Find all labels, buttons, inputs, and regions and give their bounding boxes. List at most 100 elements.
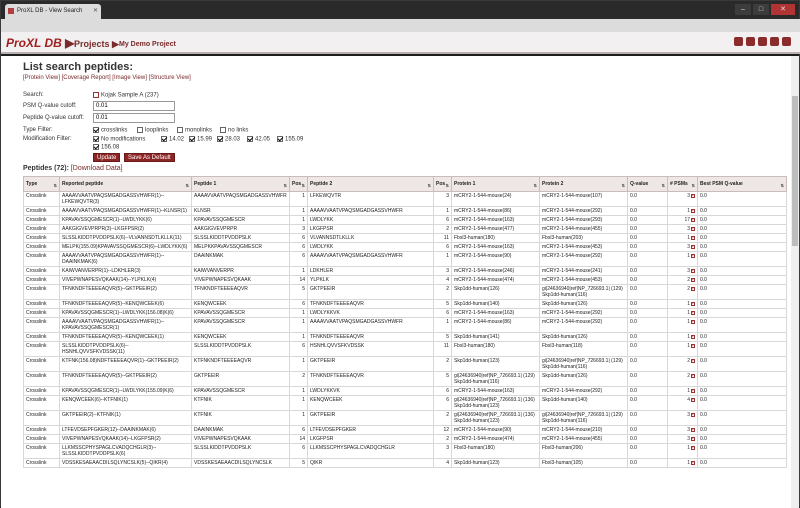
user-icon[interactable] — [734, 37, 743, 46]
psm-count[interactable]: 3 — [687, 268, 690, 274]
image-view-link[interactable]: Image View — [114, 75, 145, 81]
minimize-button[interactable]: – — [735, 4, 751, 15]
expand-icon[interactable] — [691, 301, 695, 307]
download-data-link[interactable]: [Download Data] — [71, 165, 123, 172]
help-icon[interactable] — [770, 37, 779, 46]
coverage-report-link[interactable]: Coverage Report — [63, 75, 109, 81]
psm-count[interactable]: 2 — [687, 373, 690, 379]
browser-tab[interactable]: ProXL DB - View Search ✕ — [5, 4, 101, 19]
table-row[interactable]: Crosslink LTFEVDSEPFGKER(12)--DAAINKMAK(6… — [23, 425, 787, 435]
psm-count[interactable]: 1 — [687, 301, 690, 307]
table-row[interactable]: Crosslink VIVEPWNAPESVQKAAK(14)--YLPKLK(4… — [23, 275, 787, 285]
sort-icon[interactable]: ⇅ — [781, 183, 784, 188]
checkbox[interactable] — [93, 144, 99, 150]
type-monolinks[interactable]: monolinks — [177, 127, 212, 134]
expand-icon[interactable] — [691, 388, 695, 394]
psm-count[interactable]: 1 — [687, 334, 690, 340]
expand-icon[interactable] — [691, 277, 695, 283]
psm-count[interactable]: 17 — [684, 217, 690, 223]
table-row[interactable]: Crosslink GKTPEEIR(2)--KTFNIK(1) KTFNIK 1 GK… — [23, 410, 787, 426]
sort-icon[interactable]: ⇅ — [534, 183, 537, 188]
checkbox[interactable] — [93, 127, 99, 133]
checkbox[interactable] — [177, 127, 183, 133]
table-row[interactable]: Crosslink TFNKNDFTEEEEAQVR(5)--GKTPEEIR(2… — [23, 371, 787, 387]
expand-icon[interactable] — [691, 334, 695, 340]
mod-42-05[interactable]: 42.05 — [247, 136, 270, 143]
expand-icon[interactable] — [691, 436, 695, 442]
sort-icon[interactable]: ⇅ — [186, 183, 189, 188]
table-row[interactable]: Crosslink VDSSKESAEAACDILSQLYNCSLK(5)--QI… — [23, 458, 787, 468]
expand-icon[interactable] — [691, 319, 695, 325]
table-row[interactable]: Crosslink KPAVAVSSQGMESCR(1)--LWDLYKK(6) K… — [23, 215, 787, 225]
checkbox[interactable] — [93, 136, 99, 142]
table-row[interactable]: Crosslink AAAAVVAATVPAQSMGADGASSVHWFR(1)-… — [23, 206, 787, 216]
checkbox[interactable] — [277, 136, 283, 142]
sort-icon[interactable]: ⇅ — [446, 183, 449, 188]
expand-icon[interactable] — [691, 445, 695, 451]
column-header[interactable]: Q-value ⇅ — [627, 176, 668, 192]
psm-count[interactable]: 1 — [687, 310, 690, 316]
expand-icon[interactable] — [691, 427, 695, 433]
sort-icon[interactable]: ⇅ — [662, 183, 665, 188]
sort-icon[interactable]: ⇅ — [302, 183, 305, 188]
address-bar[interactable] — [1, 19, 800, 32]
column-header[interactable]: Protein 1 ⇅ — [451, 176, 540, 192]
mod-none[interactable]: No modifications — [93, 136, 145, 143]
expand-icon[interactable] — [93, 92, 99, 98]
psm-count[interactable]: 3 — [687, 226, 690, 232]
psm-count[interactable]: 1 — [687, 208, 690, 214]
psm-count[interactable]: 3 — [687, 244, 690, 250]
type-looplinks[interactable]: looplinks — [137, 127, 168, 134]
table-row[interactable]: Crosslink TFNKNDFTEEEEAQVR(5)--GKTPEEIR(2… — [23, 284, 787, 300]
structure-view-link[interactable]: Structure View — [150, 75, 189, 81]
expand-icon[interactable] — [691, 412, 695, 418]
psm-count[interactable]: 3 — [687, 412, 690, 418]
psm-count[interactable]: 3 — [687, 436, 690, 442]
column-header[interactable]: Reported peptide ⇅ — [59, 176, 192, 192]
psm-cutoff-input[interactable]: 0.01 — [93, 101, 175, 111]
psm-count[interactable]: 1 — [687, 319, 690, 325]
table-row[interactable]: Crosslink KPAVAVSSQGMESCR(1)--LWDLYKK(155… — [23, 386, 787, 396]
table-row[interactable]: Crosslink LLKMSSCPHYSPAGLCVADQCHGLR(3)--S… — [23, 443, 787, 459]
expand-icon[interactable] — [691, 373, 695, 379]
expand-icon[interactable] — [691, 343, 695, 349]
table-row[interactable]: Crosslink KPAVAVSSQGMESCR(1)--LWDLYKK(156… — [23, 308, 787, 318]
checkbox[interactable] — [220, 127, 226, 133]
column-header[interactable]: Protein 2 ⇅ — [539, 176, 628, 192]
expand-icon[interactable] — [691, 217, 695, 223]
checkbox[interactable] — [161, 136, 167, 142]
checkbox[interactable] — [137, 127, 143, 133]
sort-icon[interactable]: ⇅ — [428, 183, 431, 188]
checkbox[interactable] — [247, 136, 253, 142]
expand-icon[interactable] — [691, 244, 695, 250]
psm-count[interactable]: 3 — [687, 427, 690, 433]
tab-close-icon[interactable]: ✕ — [93, 7, 98, 14]
project-name[interactable]: My Demo Project — [119, 41, 176, 48]
table-row[interactable]: Crosslink SLSSLKIDDTPVDDPSLK(6)--VLVANNSD… — [23, 233, 787, 243]
checkbox[interactable] — [217, 136, 223, 142]
settings-icon[interactable] — [758, 37, 767, 46]
psm-count[interactable]: 1 — [687, 253, 690, 259]
peptide-cutoff-input[interactable]: 0.01 — [93, 113, 175, 123]
mod-28-03[interactable]: 28.03 — [217, 136, 240, 143]
table-row[interactable]: Crosslink AAAAVVAATVPAQSMGADGASSVHWFR(1)-… — [23, 317, 787, 333]
table-row[interactable]: Crosslink KTFNK(156.08)NDFTEEEEAQVR(1)--G… — [23, 356, 787, 372]
table-row[interactable]: Crosslink KAIWVANVERPR(1)--LDKHLER(3) KAIW… — [23, 266, 787, 276]
psm-count[interactable]: 2 — [687, 286, 690, 292]
expand-icon[interactable] — [691, 286, 695, 292]
expand-icon[interactable] — [691, 268, 695, 274]
expand-icon[interactable] — [691, 460, 695, 466]
expand-icon[interactable] — [691, 208, 695, 214]
table-row[interactable]: Crosslink AAAAVVAATVPAQSMGADGASSVHWFR(1)-… — [23, 251, 787, 267]
column-header[interactable]: Pos ⇅ — [289, 176, 308, 192]
column-header[interactable]: Peptide 1 ⇅ — [191, 176, 290, 192]
scrollbar[interactable] — [791, 56, 799, 508]
search-value[interactable]: Kojak Sample A (237) — [93, 92, 159, 99]
expand-icon[interactable] — [691, 226, 695, 232]
maximize-button[interactable]: □ — [753, 4, 769, 15]
table-row[interactable]: Crosslink TFNKNDFTEEEEAQVR(5)--KENQWCEEK(… — [23, 332, 787, 342]
type-crosslinks[interactable]: crosslinks — [93, 127, 127, 134]
table-row[interactable]: Crosslink VIVEPWNAPESVQKAAK(14)--LKGFPSR(… — [23, 434, 787, 444]
table-row[interactable]: Crosslink AAAAVVAATVPAQSMGADGASSVHWFR(1)-… — [23, 191, 787, 207]
expand-icon[interactable] — [691, 253, 695, 259]
